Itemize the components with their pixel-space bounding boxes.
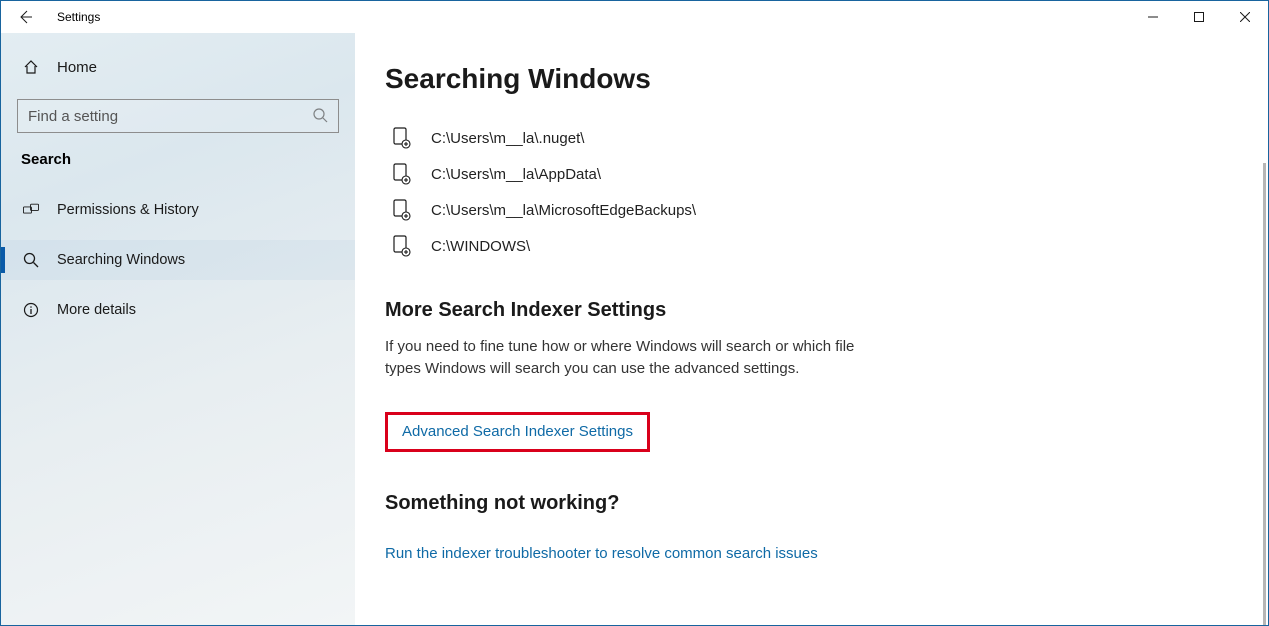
excluded-folder-row[interactable]: C:\Users\m__la\AppData\ [385,163,1244,185]
content-area: Searching Windows C:\Users\m__la\.nuget\… [355,33,1268,625]
permissions-icon [23,202,39,218]
home-label: Home [57,59,97,76]
minimize-button[interactable] [1130,1,1176,33]
settings-window: Settings Home [0,0,1269,626]
indexer-heading: More Search Indexer Settings [385,299,1244,322]
back-button[interactable] [1,1,49,33]
close-icon [1240,12,1250,22]
folder-add-icon [393,163,411,185]
find-setting-box[interactable] [17,99,339,133]
folder-add-icon [393,199,411,221]
excluded-folder-path: C:\Users\m__la\.nuget\ [431,130,584,147]
sidebar-item-searching-windows[interactable]: Searching Windows [1,240,355,280]
titlebar: Settings [1,1,1268,33]
minimize-icon [1148,12,1158,22]
scrollbar[interactable] [1263,163,1266,625]
page-title: Searching Windows [385,63,1244,95]
highlighted-link-box: Advanced Search Indexer Settings [385,412,650,452]
body: Home Search Permissions & History Se [1,33,1268,625]
home-icon [23,59,39,75]
excluded-folder-row[interactable]: C:\Users\m__la\MicrosoftEdgeBackups\ [385,199,1244,221]
app-title: Settings [49,10,100,24]
excluded-folder-row[interactable]: C:\Users\m__la\.nuget\ [385,127,1244,149]
maximize-icon [1194,12,1204,22]
info-icon [23,302,39,318]
sidebar: Home Search Permissions & History Se [1,33,355,625]
window-controls [1130,1,1268,33]
excluded-folder-path: C:\Users\m__la\MicrosoftEdgeBackups\ [431,202,696,219]
close-button[interactable] [1222,1,1268,33]
category-heading: Search [1,151,355,168]
sidebar-item-label: Permissions & History [57,202,199,218]
folder-add-icon [393,127,411,149]
find-setting-input[interactable] [28,108,312,125]
advanced-indexer-link[interactable]: Advanced Search Indexer Settings [402,423,633,440]
excluded-folder-path: C:\WINDOWS\ [431,238,530,255]
indexer-description: If you need to fine tune how or where Wi… [385,336,885,380]
magnifier-icon [23,252,39,268]
sidebar-item-label: More details [57,302,136,318]
arrow-left-icon [17,9,33,25]
sidebar-item-permissions[interactable]: Permissions & History [1,190,355,230]
troubleshoot-link[interactable]: Run the indexer troubleshooter to resolv… [385,545,818,562]
sidebar-item-label: Searching Windows [57,252,185,268]
search-icon [312,107,330,125]
excluded-folder-path: C:\Users\m__la\AppData\ [431,166,601,183]
maximize-button[interactable] [1176,1,1222,33]
folder-add-icon [393,235,411,257]
excluded-folders-list: C:\Users\m__la\.nuget\ C:\Users\m__la\Ap… [385,127,1244,257]
excluded-folder-row[interactable]: C:\WINDOWS\ [385,235,1244,257]
troubleshoot-heading: Something not working? [385,492,1244,515]
home-nav[interactable]: Home [1,47,355,87]
sidebar-item-more-details[interactable]: More details [1,290,355,330]
